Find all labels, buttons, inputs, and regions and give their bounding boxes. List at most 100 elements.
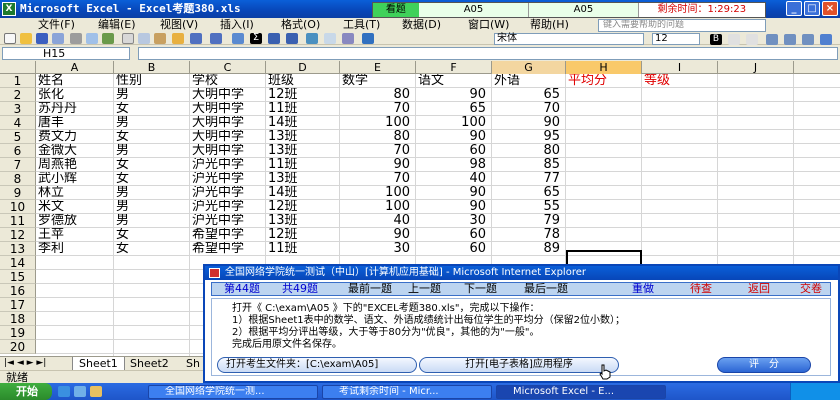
cell-d3[interactable]: 11班 bbox=[268, 102, 338, 116]
open-excel-button[interactable]: 打开[电子表格]应用程序 bbox=[419, 357, 619, 373]
cell-e2[interactable]: 80 bbox=[342, 88, 414, 102]
prev-question-link[interactable]: 上一题 bbox=[408, 283, 441, 295]
row-header-17[interactable]: 17 bbox=[0, 298, 36, 312]
cell-e3[interactable]: 70 bbox=[342, 102, 414, 116]
redo-icon[interactable] bbox=[210, 33, 222, 44]
column-header-a[interactable]: A bbox=[36, 61, 114, 74]
cell-b6[interactable]: 男 bbox=[116, 144, 188, 158]
header-cell-d[interactable]: 班级 bbox=[268, 74, 338, 88]
format-painter-icon[interactable] bbox=[172, 33, 184, 44]
row-header-12[interactable]: 12 bbox=[0, 228, 36, 242]
cell-f8[interactable]: 40 bbox=[418, 172, 490, 186]
menu-window[interactable]: 窗口(W) bbox=[468, 18, 509, 32]
help-search-input[interactable]: 键入需要帮助的问题 bbox=[598, 19, 766, 32]
back-link[interactable]: 返回 bbox=[748, 283, 770, 295]
column-header-h[interactable]: H bbox=[566, 61, 642, 74]
menu-view[interactable]: 视图(V) bbox=[160, 18, 198, 32]
cell-c2[interactable]: 大明中学 bbox=[192, 88, 264, 102]
cell-c12[interactable]: 希望中学 bbox=[192, 228, 264, 242]
cell-c13[interactable]: 希望中学 bbox=[192, 242, 264, 256]
header-cell-c[interactable]: 学校 bbox=[192, 74, 264, 88]
cell-a6[interactable]: 金微大 bbox=[38, 144, 112, 158]
column-header-b[interactable]: B bbox=[114, 61, 190, 74]
sort-descending-icon[interactable] bbox=[286, 33, 298, 44]
font-select[interactable]: 宋体 bbox=[494, 33, 644, 45]
minimize-button[interactable]: _ bbox=[786, 1, 802, 16]
menu-tools[interactable]: 工具(T) bbox=[343, 18, 380, 32]
row-header-14[interactable]: 14 bbox=[0, 256, 36, 270]
hyperlink-icon[interactable] bbox=[232, 33, 244, 44]
open-icon[interactable] bbox=[20, 33, 32, 44]
cell-b8[interactable]: 女 bbox=[116, 172, 188, 186]
italic-icon[interactable] bbox=[728, 34, 740, 45]
taskbar-item-timer[interactable]: 考试剩余时间 - Micr... bbox=[322, 385, 492, 399]
cell-e8[interactable]: 70 bbox=[342, 172, 414, 186]
bold-icon[interactable]: B bbox=[710, 34, 722, 45]
new-icon[interactable] bbox=[4, 33, 16, 44]
cell-c7[interactable]: 沪光中学 bbox=[192, 158, 264, 172]
cell-d7[interactable]: 11班 bbox=[268, 158, 338, 172]
cell-e10[interactable]: 100 bbox=[342, 200, 414, 214]
row-header-9[interactable]: 9 bbox=[0, 186, 36, 200]
header-cell-i[interactable]: 等级 bbox=[644, 74, 716, 88]
select-all-corner[interactable] bbox=[0, 61, 36, 74]
header-cell-e[interactable]: 数学 bbox=[342, 74, 414, 88]
header-cell-b[interactable]: 性别 bbox=[116, 74, 188, 88]
cell-g5[interactable]: 95 bbox=[494, 130, 564, 144]
column-header-h-prev[interactable]: G bbox=[492, 61, 566, 74]
cell-g6[interactable]: 80 bbox=[494, 144, 564, 158]
cell-d4[interactable]: 14班 bbox=[268, 116, 338, 130]
cell-g4[interactable]: 90 bbox=[494, 116, 564, 130]
cell-a3[interactable]: 苏丹丹 bbox=[38, 102, 112, 116]
cell-a8[interactable]: 武小辉 bbox=[38, 172, 112, 186]
submit-link[interactable]: 交卷 bbox=[800, 283, 822, 295]
menu-file[interactable]: 文件(F) bbox=[38, 18, 75, 32]
cell-b13[interactable]: 女 bbox=[116, 242, 188, 256]
cell-b3[interactable]: 女 bbox=[116, 102, 188, 116]
quicklaunch-folder-icon[interactable] bbox=[90, 386, 102, 397]
row-header-16[interactable]: 16 bbox=[0, 284, 36, 298]
menu-insert[interactable]: 插入(I) bbox=[220, 18, 254, 32]
autosum-icon[interactable]: Σ bbox=[250, 33, 262, 44]
cell-d11[interactable]: 13班 bbox=[268, 214, 338, 228]
cell-e11[interactable]: 40 bbox=[342, 214, 414, 228]
pending-link[interactable]: 待查 bbox=[690, 283, 712, 295]
menu-format[interactable]: 格式(O) bbox=[281, 18, 320, 32]
cell-a9[interactable]: 林立 bbox=[38, 186, 112, 200]
cell-c11[interactable]: 沪光中学 bbox=[192, 214, 264, 228]
column-header-e[interactable]: E bbox=[340, 61, 416, 74]
taskbar-item-exam[interactable]: 全国网络学院统一测... bbox=[148, 385, 318, 399]
cell-f9[interactable]: 90 bbox=[418, 186, 490, 200]
cell-c5[interactable]: 大明中学 bbox=[192, 130, 264, 144]
sheet-tab-1[interactable]: Sheet1 bbox=[72, 357, 125, 371]
close-button[interactable]: × bbox=[822, 1, 838, 16]
cell-b9[interactable]: 男 bbox=[116, 186, 188, 200]
row-header-7[interactable]: 7 bbox=[0, 158, 36, 172]
cell-a13[interactable]: 李利 bbox=[38, 242, 112, 256]
quicklaunch-desktop-icon[interactable] bbox=[74, 386, 86, 397]
menu-edit[interactable]: 编辑(E) bbox=[98, 18, 136, 32]
help-icon[interactable] bbox=[362, 33, 374, 44]
permission-icon[interactable] bbox=[52, 33, 64, 44]
redo-link[interactable]: 重做 bbox=[632, 283, 654, 295]
column-header-j[interactable]: J bbox=[718, 61, 794, 74]
cell-g3[interactable]: 70 bbox=[494, 102, 564, 116]
cell-a4[interactable]: 唐丰 bbox=[38, 116, 112, 130]
cell-f11[interactable]: 30 bbox=[418, 214, 490, 228]
cell-g11[interactable]: 79 bbox=[494, 214, 564, 228]
row-header-15[interactable]: 15 bbox=[0, 270, 36, 284]
spelling-icon[interactable] bbox=[102, 33, 114, 44]
cell-c4[interactable]: 大明中学 bbox=[192, 116, 264, 130]
save-icon[interactable] bbox=[36, 33, 48, 44]
cell-a5[interactable]: 费文力 bbox=[38, 130, 112, 144]
header-cell-f[interactable]: 语文 bbox=[418, 74, 490, 88]
header-cell-g[interactable]: 外语 bbox=[494, 74, 564, 88]
cell-c10[interactable]: 沪光中学 bbox=[192, 200, 264, 214]
cell-c6[interactable]: 大明中学 bbox=[192, 144, 264, 158]
merge-center-icon[interactable] bbox=[820, 34, 832, 45]
cell-g7[interactable]: 85 bbox=[494, 158, 564, 172]
cell-f5[interactable]: 90 bbox=[418, 130, 490, 144]
cut-icon[interactable] bbox=[122, 33, 134, 44]
cell-d6[interactable]: 13班 bbox=[268, 144, 338, 158]
row-header-10[interactable]: 10 bbox=[0, 200, 36, 214]
